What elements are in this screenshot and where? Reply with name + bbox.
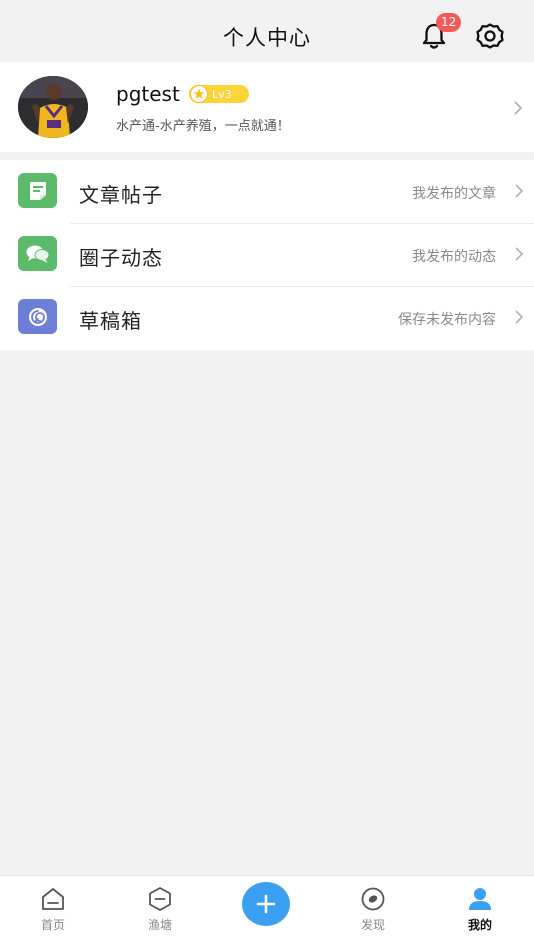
tab-discover[interactable]: 发现: [338, 886, 408, 934]
tab-home[interactable]: 首页: [18, 886, 88, 934]
gear-icon: [476, 23, 504, 49]
tab-label: 渔塘: [147, 918, 172, 932]
menu-item-hint: 我发布的动态: [412, 249, 496, 265]
menu-icon-bg: [18, 173, 57, 208]
menu-item-drafts[interactable]: 草稿箱 保存未发布内容: [0, 286, 534, 349]
chevron-right-icon: [514, 101, 523, 115]
profile-signature: 水产通-水产养殖，一点就通！: [116, 119, 290, 134]
username: pgtest: [116, 82, 180, 106]
menu-icon-bg: [18, 299, 57, 334]
chevron-right-icon: [515, 310, 524, 324]
level-badge: Lv3: [189, 85, 249, 103]
menu-item-label: 草稿箱: [79, 309, 142, 333]
chevron-right-icon: [515, 184, 524, 198]
tab-pond[interactable]: 渔塘: [125, 886, 195, 934]
discover-icon: [361, 887, 385, 911]
draft-icon: [28, 307, 47, 326]
chevron-right-icon: [515, 247, 524, 261]
header: 个人中心 12: [0, 0, 534, 62]
star-icon: [190, 85, 208, 103]
menu-list: 文章帖子 我发布的文章 圈子动态 我发布的动态 草稿箱 保存未发布内容: [0, 160, 534, 350]
menu-item-articles[interactable]: 文章帖子 我发布的文章: [0, 160, 534, 223]
menu-item-hint: 保存未发布内容: [398, 312, 496, 328]
tab-mine[interactable]: 我的: [445, 886, 515, 934]
level-label: Lv3: [212, 87, 232, 101]
add-button[interactable]: [242, 882, 290, 926]
menu-item-moments[interactable]: 圈子动态 我发布的动态: [0, 223, 534, 286]
tab-label: 我的: [467, 918, 492, 932]
avatar[interactable]: [18, 76, 88, 138]
menu-icon-bg: [18, 236, 57, 271]
document-icon: [29, 181, 46, 200]
tab-label: 首页: [40, 918, 65, 932]
notification-badge: 12: [436, 13, 462, 32]
plus-icon: [256, 894, 276, 914]
pond-icon: [149, 887, 171, 911]
menu-item-label: 圈子动态: [79, 246, 163, 270]
home-icon: [42, 888, 64, 910]
menu-item-label: 文章帖子: [79, 183, 163, 207]
screen: 搜索 个人中心 12: [0, 0, 534, 950]
settings-button[interactable]: [474, 20, 506, 52]
user-icon: [469, 888, 491, 910]
menu-item-hint: 我发布的文章: [412, 186, 496, 202]
tab-label: 发现: [360, 918, 385, 932]
profile-card[interactable]: pgtest Lv3 水产通-水产养殖，一点就通！: [0, 62, 534, 152]
avatar-photo: [18, 76, 88, 138]
chat-bubbles-icon: [26, 245, 49, 263]
